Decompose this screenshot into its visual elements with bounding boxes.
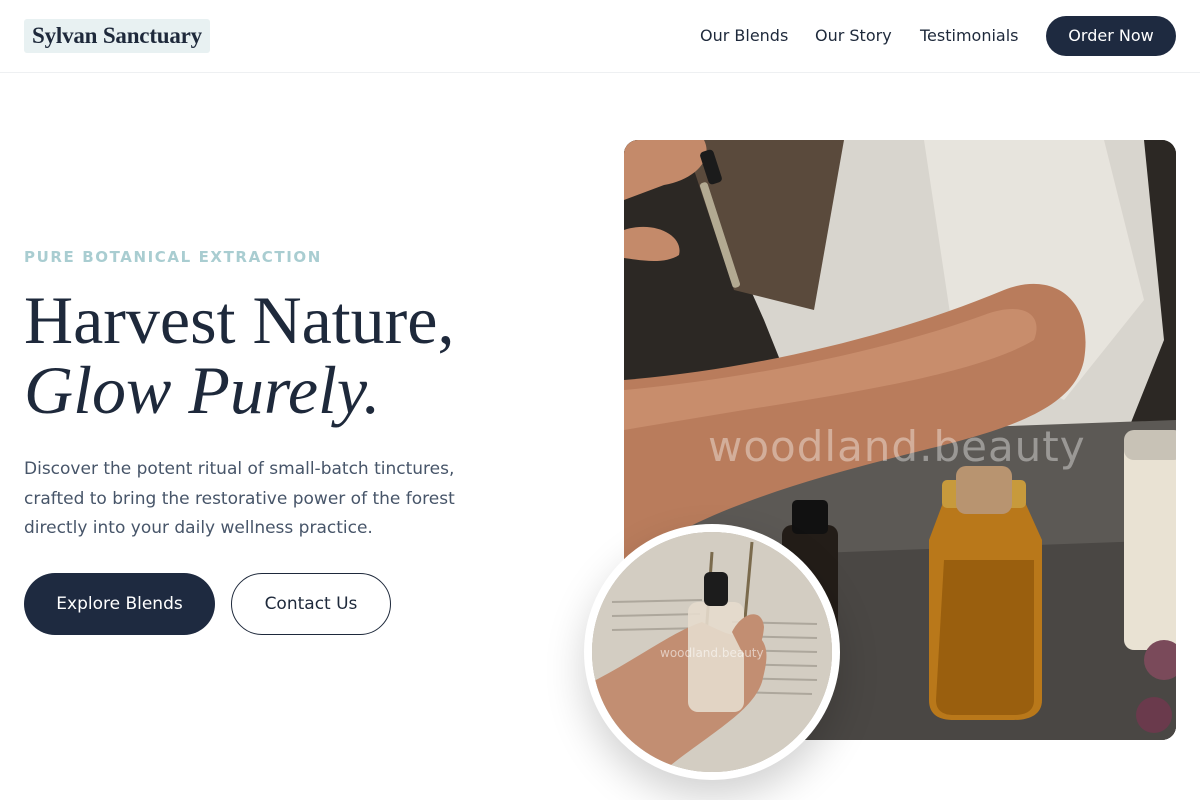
headline-line-2: Glow Purely. [24, 352, 381, 428]
headline-line-1: Harvest Nature, [24, 282, 455, 358]
hero-eyebrow: PURE BOTANICAL EXTRACTION [24, 248, 322, 266]
inset-image-frame: woodland.beauty [584, 524, 840, 780]
main-image-watermark: woodland.beauty [708, 422, 1086, 471]
site-header: Sylvan Sanctuary Our Blends Our Story Te… [0, 0, 1200, 73]
inset-image-watermark: woodland.beauty [660, 646, 764, 660]
hero-headline: Harvest Nature, Glow Purely. [24, 285, 564, 425]
explore-blends-button[interactable]: Explore Blends [24, 573, 215, 635]
contact-us-button[interactable]: Contact Us [231, 573, 391, 635]
nav-our-story[interactable]: Our Story [815, 26, 892, 46]
hero-subtext: Discover the potent ritual of small-batc… [24, 459, 455, 538]
order-now-button[interactable]: Order Now [1046, 16, 1176, 56]
nav-our-blends[interactable]: Our Blends [700, 26, 788, 46]
brand-logo[interactable]: Sylvan Sanctuary [24, 19, 210, 53]
inset-image: woodland.beauty [592, 532, 832, 772]
nav-testimonials[interactable]: Testimonials [920, 26, 1019, 46]
